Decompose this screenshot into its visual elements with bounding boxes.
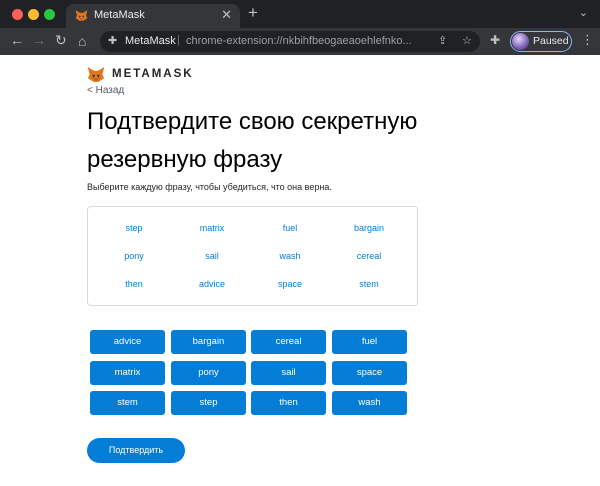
pool-word[interactable]: step [93,223,175,233]
home-icon[interactable]: ⌂ [78,33,86,49]
selected-words: advice bargain cereal fuel matrix pony s… [87,327,418,420]
selected-word-button[interactable]: fuel [332,330,407,354]
address-bar[interactable]: ✚ MetaMask | chrome-extension://nkbihfbe… [100,31,480,52]
page-title: Подтвердите свою секретную резервную фра… [87,108,418,173]
address-separator: | [177,34,180,46]
browser-tab-metamask[interactable]: MetaMask ✕ [66,4,240,28]
tab-search-chevron-icon[interactable]: ⌄ [579,6,588,19]
brand-wordmark: METAMASK [112,68,194,80]
selected-word-button[interactable]: cereal [251,330,326,354]
profile-button[interactable]: Paused [510,31,572,52]
selected-word-button[interactable]: bargain [171,330,246,354]
back-link[interactable]: < Назад [87,85,124,96]
tab-title: MetaMask [94,9,145,21]
pool-word[interactable]: cereal [328,251,410,261]
extensions-puzzle-icon[interactable]: ✚ [490,33,500,47]
selected-word-button[interactable]: step [171,391,246,415]
new-tab-button[interactable]: + [248,3,258,23]
instruction-text: Выберите каждую фразу, чтобы убедиться, … [87,182,332,192]
selected-word-button[interactable]: then [251,391,326,415]
close-window-button[interactable] [12,9,23,20]
pool-word[interactable]: matrix [171,223,253,233]
profile-status-label: Paused [533,35,569,47]
pool-word[interactable]: wash [249,251,331,261]
back-arrow-icon[interactable]: ← [10,32,24,48]
extension-puzzle-icon: ✚ [108,35,118,47]
maximize-window-button[interactable] [44,9,55,20]
address-site-name: MetaMask [125,35,176,47]
selected-word-button[interactable]: stem [90,391,165,415]
close-tab-icon[interactable]: ✕ [221,7,232,23]
pool-word[interactable]: stem [328,279,410,289]
browser-tab-bar: MetaMask ✕ + ⌄ [0,0,600,28]
forward-arrow-icon[interactable]: → [32,32,46,48]
address-url[interactable]: chrome-extension://nkbihfbeogaeaoehlefnk… [186,35,422,47]
avatar [512,33,529,50]
pool-word[interactable]: fuel [249,223,331,233]
pool-word[interactable]: bargain [328,223,410,233]
selected-word-button[interactable]: matrix [90,361,165,385]
minimize-window-button[interactable] [28,9,39,20]
pool-word[interactable]: then [93,279,175,289]
browser-menu-icon[interactable]: ⋮ [581,32,594,48]
bookmark-star-icon[interactable]: ☆ [462,34,472,47]
selected-word-button[interactable]: space [332,361,407,385]
word-pool: step matrix fuel bargain pony sail wash … [87,206,418,306]
share-icon[interactable]: ⇪ [438,34,447,47]
selected-word-button[interactable]: wash [332,391,407,415]
metamask-logo-icon [87,67,105,82]
selected-word-button[interactable]: advice [90,330,165,354]
confirm-button[interactable]: Подтвердить [87,438,185,463]
reload-icon[interactable]: ↻ [55,32,67,49]
browser-toolbar: ← → ↻ ⌂ ✚ MetaMask | chrome-extension://… [0,28,600,55]
selected-word-button[interactable]: sail [251,361,326,385]
metamask-fox-icon [75,10,88,21]
selected-word-button[interactable]: pony [171,361,246,385]
pool-word[interactable]: advice [171,279,253,289]
pool-word[interactable]: pony [93,251,175,261]
pool-word[interactable]: sail [171,251,253,261]
pool-word[interactable]: space [249,279,331,289]
